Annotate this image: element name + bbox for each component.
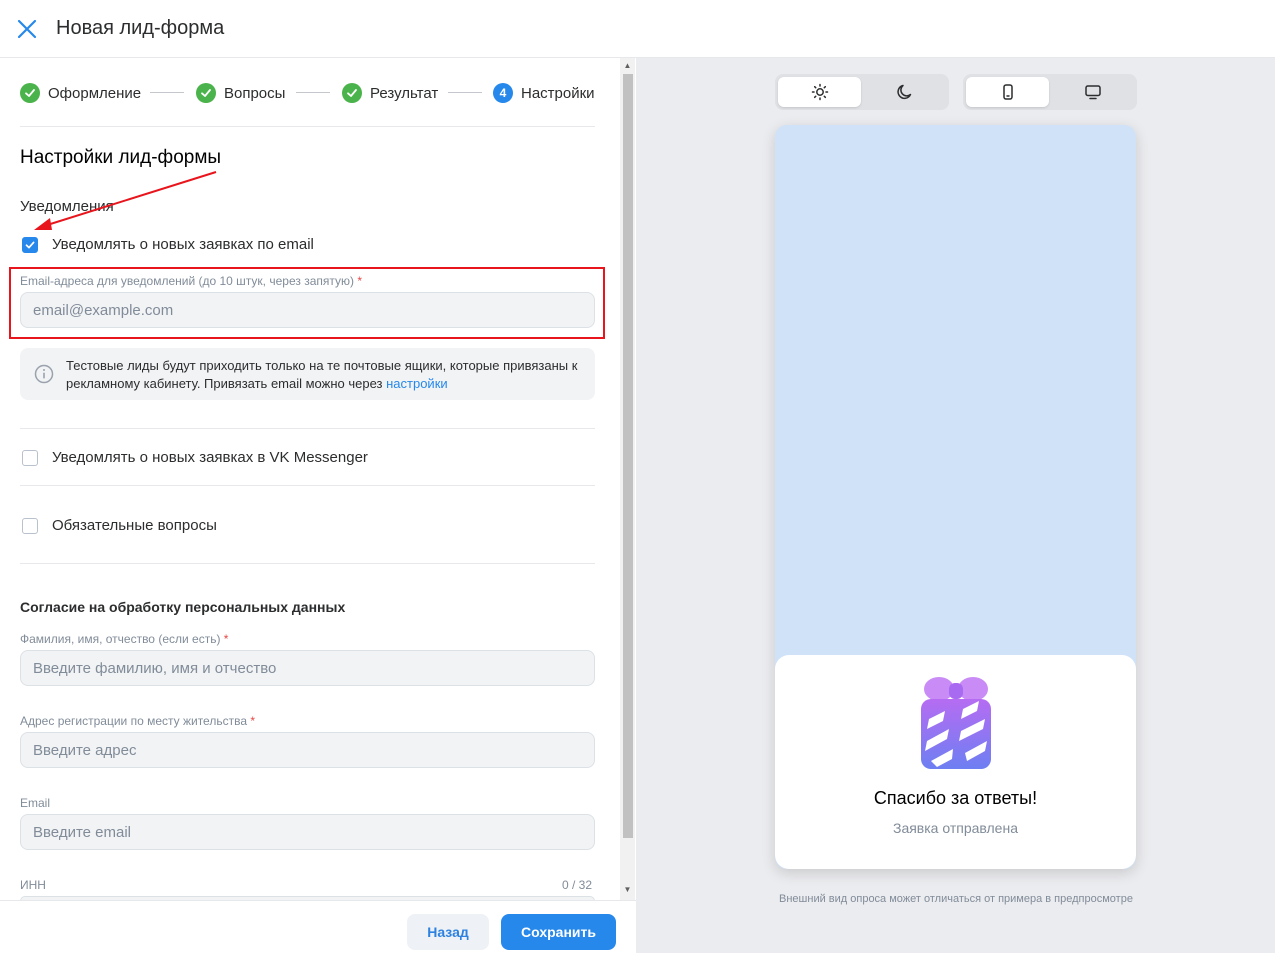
page-title: Новая лид-форма — [56, 17, 225, 39]
required-mark: * — [223, 632, 229, 646]
light-theme-button[interactable] — [778, 77, 861, 107]
dark-theme-icon — [896, 84, 911, 100]
thanks-title: Спасибо за ответы! — [873, 788, 1038, 808]
checkbox-icon[interactable] — [22, 449, 38, 466]
close-icon[interactable] — [14, 16, 40, 42]
divider — [20, 428, 595, 429]
stepper: Оформление Вопросы Результат 4 Настройки — [20, 80, 596, 106]
preview-note: Внешний вид опроса может отличаться от п… — [779, 893, 1133, 905]
fio-input[interactable]: Введите фамилию, имя и отчество — [20, 650, 595, 686]
desktop-view-button[interactable] — [1051, 77, 1134, 107]
check-icon — [342, 83, 362, 103]
scroll-thumb[interactable] — [623, 74, 633, 838]
email-notify-checkbox[interactable]: Уведомлять о новых заявках по email — [22, 236, 314, 253]
divider — [20, 126, 595, 127]
step-label: Вопросы — [224, 84, 286, 102]
settings-link[interactable]: настройки — [386, 376, 448, 391]
light-theme-icon — [811, 83, 828, 101]
step-design[interactable]: Оформление — [20, 80, 141, 106]
input-placeholder: Введите фамилию, имя и отчество — [33, 659, 277, 677]
step-number: 4 — [493, 83, 513, 103]
address-field-label: Адрес регистрации по месту жительства * — [20, 714, 255, 728]
label-text: Фамилия, имя, отчество (если есть) — [20, 632, 221, 646]
gift-icon — [921, 677, 991, 769]
checkbox-label: Обязательные вопросы — [52, 517, 217, 534]
device-switcher — [963, 74, 1137, 110]
desktop-icon — [1084, 85, 1101, 100]
save-button[interactable]: Сохранить — [501, 914, 616, 950]
divider — [20, 563, 595, 564]
highlight-frame — [9, 267, 605, 339]
input-placeholder: Введите email — [33, 823, 132, 841]
step-result[interactable]: Результат — [342, 80, 438, 106]
step-connector — [150, 92, 184, 93]
result-sheet: Спасибо за ответы! Заявка отправлена — [775, 655, 1136, 869]
required-mark: * — [250, 714, 256, 728]
theme-switcher — [775, 74, 949, 110]
step-questions[interactable]: Вопросы — [196, 80, 285, 106]
scroll-up-icon[interactable]: ▲ — [623, 62, 632, 70]
vk-notify-checkbox[interactable]: Уведомлять о новых заявках в VK Messenge… — [22, 449, 368, 466]
step-settings[interactable]: 4 Настройки — [493, 80, 595, 106]
divider — [20, 485, 595, 486]
email-consent-label: Email — [20, 796, 51, 810]
back-button[interactable]: Назад — [407, 914, 489, 950]
checkbox-icon[interactable] — [22, 517, 38, 534]
inn-field-label: ИНН — [20, 878, 46, 892]
check-icon — [20, 83, 40, 103]
label-text: Адрес регистрации по месту жительства — [20, 714, 247, 728]
fio-field-label: Фамилия, имя, отчество (если есть) * — [20, 632, 228, 646]
dark-theme-button[interactable] — [863, 77, 946, 107]
step-label: Настройки — [521, 84, 595, 102]
step-connector — [448, 92, 482, 93]
section-title: Настройки лид-формы — [20, 147, 222, 168]
info-icon — [34, 364, 54, 384]
required-questions-checkbox[interactable]: Обязательные вопросы — [22, 517, 217, 534]
consent-title: Согласие на обработку персональных данны… — [20, 599, 346, 615]
check-icon — [196, 83, 216, 103]
scrollbar[interactable]: ▲ ▼ — [620, 58, 635, 900]
info-body: Тестовые лиды будут приходить только на … — [66, 358, 578, 391]
step-connector — [296, 92, 330, 93]
annotation-arrow-icon — [34, 171, 217, 230]
checkbox-label: Уведомлять о новых заявках в VK Messenge… — [52, 449, 368, 466]
step-label: Результат — [370, 84, 439, 102]
step-label: Оформление — [48, 84, 142, 102]
thanks-subtitle: Заявка отправлена — [892, 820, 1018, 836]
info-banner: Тестовые лиды будут приходить только на … — [20, 348, 595, 400]
address-input[interactable]: Введите адрес — [20, 732, 595, 768]
consent-email-input[interactable]: Введите email — [20, 814, 595, 850]
mobile-icon — [1002, 84, 1013, 100]
input-placeholder: Введите адрес — [33, 741, 137, 759]
mobile-view-button[interactable] — [966, 77, 1049, 107]
checkbox-checked-icon[interactable] — [22, 236, 38, 253]
mobile-preview: Спасибо за ответы! Заявка отправлена — [775, 125, 1136, 869]
info-text: Тестовые лиды будут приходить только на … — [66, 357, 586, 393]
scroll-down-icon[interactable]: ▼ — [623, 886, 632, 894]
checkbox-label: Уведомлять о новых заявках по email — [52, 236, 314, 253]
top-bar: Новая лид-форма — [0, 0, 1275, 58]
